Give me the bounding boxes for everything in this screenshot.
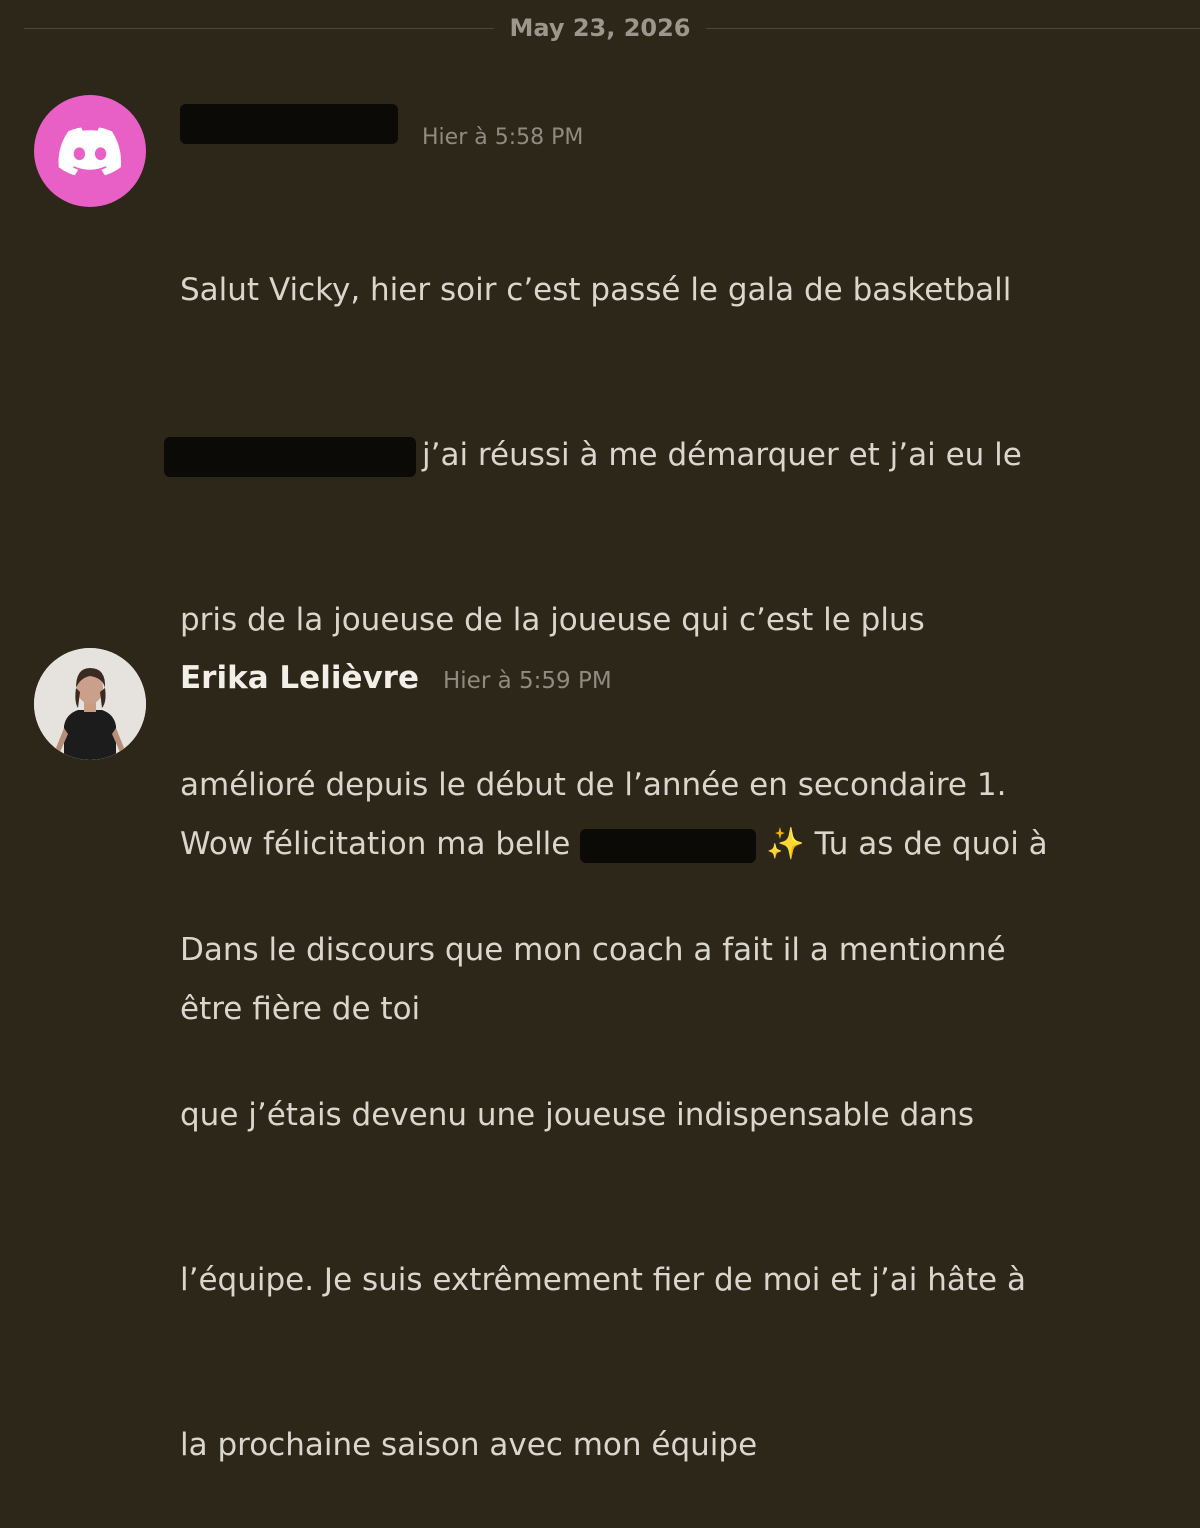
message-line: j’ai réussi à me démarquer et j’ai eu le bbox=[164, 428, 1165, 483]
redacted-text bbox=[580, 828, 757, 863]
message-line-text: Wow félicitation ma belle bbox=[180, 826, 571, 862]
avatar[interactable] bbox=[34, 648, 146, 760]
message-timestamp[interactable]: Hier à 5:59 PM bbox=[443, 668, 612, 694]
message-line-text: j’ai réussi à me démarquer et j’ai eu le bbox=[422, 437, 1022, 473]
message-line: être fière de toi bbox=[180, 991, 421, 1027]
sparkles-icon: ✨ bbox=[766, 826, 805, 862]
avatar[interactable] bbox=[34, 95, 146, 207]
message-timestamp[interactable]: Hier à 5:58 PM bbox=[422, 125, 583, 150]
message-line: Wow félicitation ma belle ✨ Tu as de quo… bbox=[180, 817, 1180, 872]
date-divider-label: May 23, 2026 bbox=[494, 12, 706, 44]
redacted-username[interactable] bbox=[180, 104, 398, 144]
message-header: Erika Lelièvre Hier à 5:59 PM bbox=[180, 658, 612, 698]
message-line: l’équipe. Je suis extrêmement fier de mo… bbox=[180, 1262, 1026, 1298]
message-header: Hier à 5:58 PM bbox=[180, 104, 583, 150]
profile-photo bbox=[34, 648, 146, 760]
message-line: pris de la joueuse de la joueuse qui c’e… bbox=[180, 602, 925, 638]
message-line: la prochaine saison avec mon équipe bbox=[180, 1427, 758, 1463]
redacted-text bbox=[164, 436, 416, 477]
message-content: Wow félicitation ma belle ✨ Tu as de quo… bbox=[180, 707, 1180, 1092]
discord-logo-icon bbox=[58, 127, 122, 176]
username[interactable]: Erika Lelièvre bbox=[180, 658, 419, 698]
message-line: Salut Vicky, hier soir c’est passé le ga… bbox=[180, 272, 1012, 308]
message-line-text: Tu as de quoi à bbox=[814, 826, 1048, 862]
message-line: que j’étais devenu une joueuse indispens… bbox=[180, 1097, 975, 1133]
